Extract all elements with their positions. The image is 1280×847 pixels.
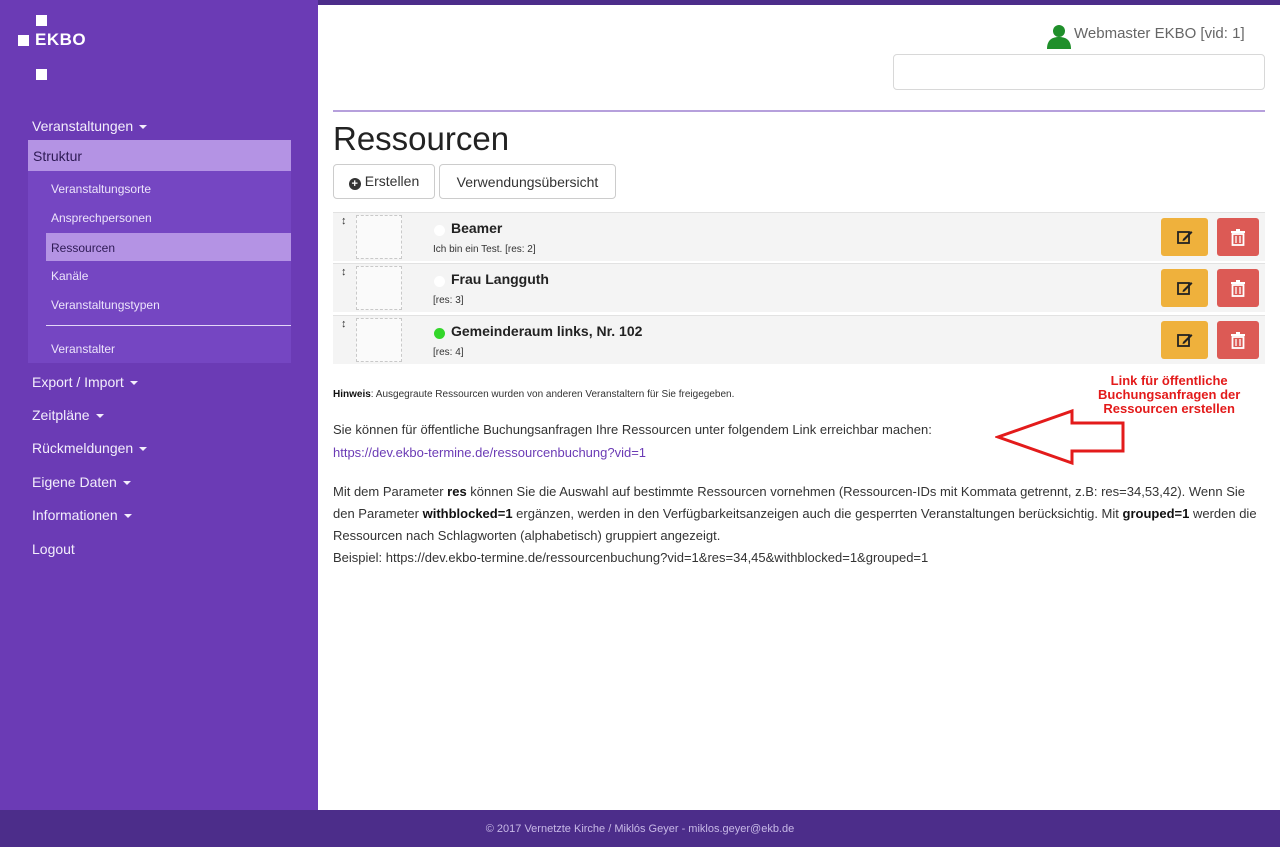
footer: © 2017 Vernetzte Kirche / Miklós Geyer -…: [0, 810, 1280, 847]
subnav-veranstalter[interactable]: Veranstalter: [51, 342, 115, 356]
drag-handle-icon[interactable]: ↕: [341, 215, 347, 227]
annotation-line: Link für öffentliche: [1110, 373, 1228, 388]
caret-down-icon: [122, 481, 131, 486]
annotation-line: Buchungsanfragen der: [1098, 387, 1241, 402]
hint-label: Hinweis: [333, 389, 371, 400]
create-button[interactable]: + Erstellen: [333, 164, 435, 199]
edit-icon: [1176, 282, 1192, 295]
status-dot: [434, 225, 445, 236]
drag-handle-icon[interactable]: ↕: [341, 318, 347, 330]
usage-overview-button[interactable]: Verwendungsübersicht: [439, 164, 616, 199]
example-text: Beispiel: https://dev.ekbo-termine.de/re…: [333, 550, 929, 565]
delete-button[interactable]: [1217, 269, 1259, 307]
page-title: Ressourcen: [333, 120, 510, 157]
status-dot: [434, 276, 445, 287]
submenu-divider: [46, 325, 291, 326]
subnav-kanaele[interactable]: Kanäle: [51, 269, 88, 283]
edit-button[interactable]: [1161, 218, 1208, 256]
subnav-veranstaltungstypen[interactable]: Veranstaltungstypen: [51, 298, 160, 312]
logo-square-icon: [36, 69, 47, 80]
struktur-submenu: Veranstaltungsorte Ansprechpersonen Kanä…: [28, 171, 291, 363]
sidebar: EKBO Veranstaltungen Struktur Veranstalt…: [0, 0, 318, 810]
nav-export-import[interactable]: Export / Import: [32, 374, 138, 390]
nav-eigene-daten[interactable]: Eigene Daten: [32, 474, 131, 490]
resource-name: Beamer: [451, 220, 503, 236]
resource-thumbnail: [356, 318, 402, 362]
subnav-ansprechpersonen[interactable]: Ansprechpersonen: [51, 211, 152, 225]
subnav-veranstaltungsorte[interactable]: Veranstaltungsorte: [51, 182, 151, 196]
resource-row[interactable]: ↕ Gemeinderaum links, Nr. 102 [res: 4]: [333, 315, 1265, 364]
param-text: ergänzen, werden in den Verfügbarkeitsan…: [512, 506, 1123, 521]
delete-button[interactable]: [1217, 218, 1259, 256]
nav-logout[interactable]: Logout: [32, 541, 75, 557]
nav-zeitplaene[interactable]: Zeitpläne: [32, 407, 104, 423]
caret-down-icon: [139, 125, 148, 130]
trash-icon: [1231, 280, 1245, 297]
plus-circle-icon: +: [348, 178, 361, 190]
edit-button[interactable]: [1161, 321, 1208, 359]
delete-button[interactable]: [1217, 321, 1259, 359]
resource-subtext: [res: 3]: [433, 295, 464, 306]
nav-struktur[interactable]: Struktur: [28, 140, 291, 171]
resource-subtext: Ich bin ein Test. [res: 2]: [433, 244, 536, 255]
nav-rueckmeldungen[interactable]: Rückmeldungen: [32, 440, 148, 456]
nav-label: Eigene Daten: [32, 474, 117, 490]
logo-square-icon: [18, 35, 29, 46]
resource-subtext: [res: 4]: [433, 347, 464, 358]
param-res: res: [447, 484, 467, 499]
trash-icon: [1231, 229, 1245, 246]
param-grouped: grouped=1: [1122, 506, 1190, 521]
nav-label: Zeitpläne: [32, 407, 90, 423]
resource-row[interactable]: ↕ Frau Langguth [res: 3]: [333, 263, 1265, 312]
nav-label: Rückmeldungen: [32, 440, 134, 456]
public-link-intro: Sie können für öffentliche Buchungsanfra…: [333, 422, 932, 437]
logo-text: EKBO: [35, 30, 87, 49]
param-withblocked: withblocked=1: [422, 506, 513, 521]
user-name[interactable]: Webmaster EKBO [vid: 1]: [1074, 25, 1245, 42]
resource-name: Gemeinderaum links, Nr. 102: [451, 323, 643, 339]
nav-label: Veranstaltungen: [32, 118, 134, 134]
resource-row[interactable]: ↕ Beamer Ich bin ein Test. [res: 2]: [333, 212, 1265, 261]
logo-square-icon: [36, 15, 47, 26]
subnav-ressourcen[interactable]: Ressourcen: [46, 233, 291, 261]
caret-down-icon: [139, 447, 148, 452]
trash-icon: [1231, 332, 1245, 349]
public-booking-link[interactable]: https://dev.ekbo-termine.de/ressourcenbu…: [333, 445, 646, 460]
nav-label: Export / Import: [32, 374, 124, 390]
resource-name: Frau Langguth: [451, 271, 549, 287]
edit-icon: [1176, 231, 1192, 244]
resource-thumbnail: [356, 266, 402, 310]
drag-handle-icon[interactable]: ↕: [341, 266, 347, 278]
status-dot: [434, 328, 445, 339]
header-divider: [333, 110, 1265, 112]
nav-informationen[interactable]: Informationen: [32, 507, 132, 523]
search-input[interactable]: [893, 54, 1265, 90]
arrow-left-icon: [995, 408, 1125, 466]
hint-body: : Ausgegraute Ressourcen wurden von ande…: [370, 389, 735, 400]
nav-label: Informationen: [32, 507, 118, 523]
caret-down-icon: [129, 381, 138, 386]
hint-text: Hinweis: Ausgegraute Ressourcen wurden v…: [333, 389, 734, 400]
param-text: Mit dem Parameter: [333, 484, 448, 499]
edit-icon: [1176, 334, 1192, 347]
create-label: Erstellen: [364, 173, 420, 189]
user-icon: [1047, 25, 1071, 49]
resource-thumbnail: [356, 215, 402, 259]
nav-veranstaltungen[interactable]: Veranstaltungen: [32, 118, 148, 134]
edit-button[interactable]: [1161, 269, 1208, 307]
caret-down-icon: [95, 414, 104, 419]
caret-down-icon: [123, 514, 132, 519]
parameter-help: Mit dem Parameter res können Sie die Aus…: [333, 481, 1265, 569]
